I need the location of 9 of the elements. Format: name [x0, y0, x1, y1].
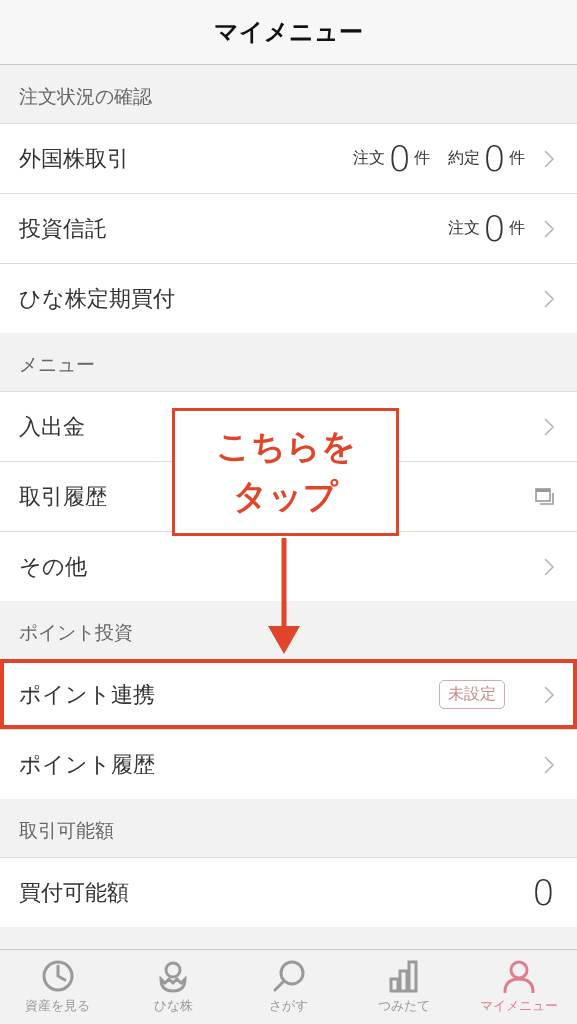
callout-text: こちらを [215, 425, 356, 468]
amount-value: 0 [532, 874, 555, 911]
status-badge: 未設定 [439, 680, 505, 709]
section-title: メニュー [19, 352, 95, 377]
section-title: 注文状況の確認 [19, 84, 152, 109]
callout-text: タップ [233, 475, 338, 518]
page-title: マイメニュー [214, 17, 363, 48]
section-title: 取引可能額 [19, 818, 114, 843]
section-title: ポイント投資 [19, 620, 133, 645]
